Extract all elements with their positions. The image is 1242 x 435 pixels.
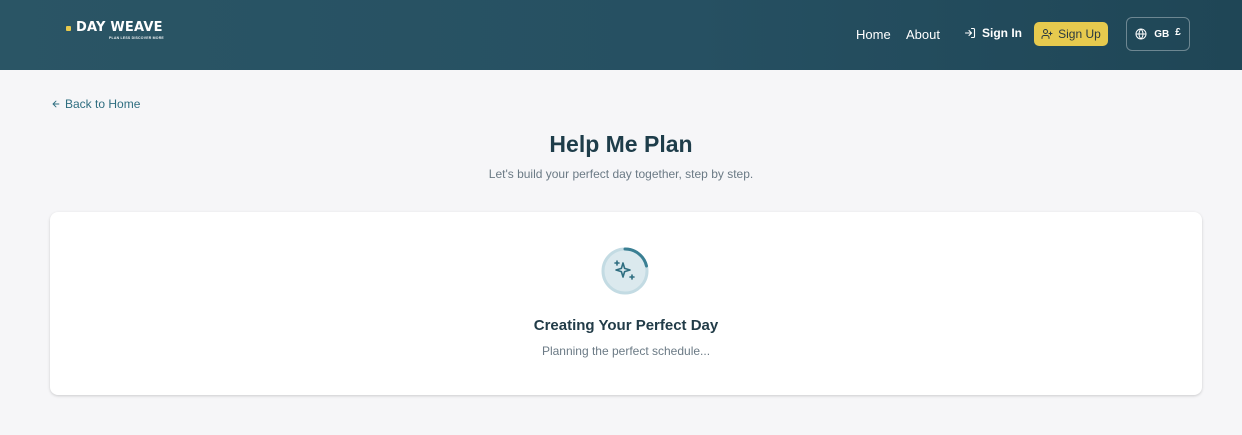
region-currency-selector[interactable]: GB £ [1126, 17, 1190, 51]
sign-in-icon [964, 27, 976, 39]
nav-link-home[interactable]: Home [856, 27, 891, 42]
brand-logo-wordmark: DAY WEAVE [66, 21, 164, 35]
page-title: Help Me Plan [549, 131, 693, 157]
arrow-left-icon [52, 100, 60, 108]
loading-spinner [601, 247, 649, 295]
sign-in-label: Sign In [982, 26, 1022, 40]
loading-status: Planning the perfect schedule... [541, 344, 711, 358]
page-subtitle: Let's build your perfect day together, s… [488, 167, 754, 181]
region-country: GB [1154, 28, 1170, 40]
sign-in-button[interactable]: Sign In [964, 26, 1022, 40]
globe-icon [1135, 28, 1147, 40]
back-to-home-link[interactable]: Back to Home [51, 97, 140, 111]
region-currency: £ [1175, 26, 1181, 38]
nav-link-about[interactable]: About [906, 27, 940, 42]
brand-name: DAY WEAVE [76, 20, 163, 35]
brand-tagline: PLAN LESS DISCOVER MORE [109, 36, 164, 40]
loading-title: Creating Your Perfect Day [533, 317, 719, 334]
logo-dot-icon [66, 25, 71, 31]
user-plus-icon [1041, 29, 1053, 39]
sign-up-button[interactable]: Sign Up [1034, 22, 1108, 46]
back-link-label: Back to Home [65, 97, 141, 111]
loading-card: Creating Your Perfect Day Planning the p… [50, 212, 1202, 395]
top-navigation-bar: DAY WEAVE PLAN LESS DISCOVER MORE Home A… [0, 0, 1242, 70]
sign-up-label: Sign Up [1058, 27, 1101, 41]
brand-logo[interactable]: DAY WEAVE PLAN LESS DISCOVER MORE [66, 21, 164, 40]
